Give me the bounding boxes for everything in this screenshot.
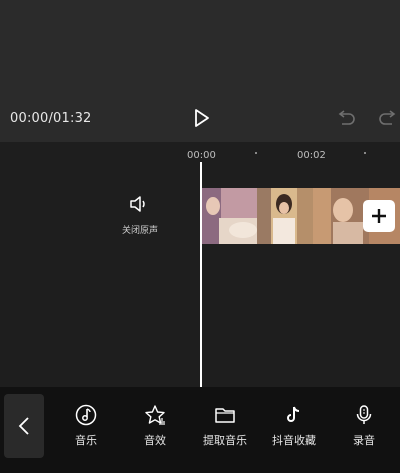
tool-label: 音效: [144, 434, 166, 447]
tiktok-icon: [287, 406, 300, 422]
time-display: 00:00/01:32: [10, 111, 92, 126]
tool-label: 提取音乐: [203, 434, 247, 447]
tool-label: 抖音收藏: [272, 434, 316, 447]
tick-label: 00:02: [297, 150, 326, 161]
tool-music-button[interactable]: 音乐: [51, 404, 121, 448]
mute-original-sound-button[interactable]: 关闭原声: [117, 195, 161, 236]
playhead[interactable]: [200, 162, 202, 387]
speaker-icon: [130, 196, 145, 212]
music-note-icon: [75, 404, 97, 426]
time-ruler: 00:00 00:02: [0, 144, 400, 164]
microphone-icon: [356, 405, 372, 424]
folder-icon: [215, 408, 235, 423]
redo-icon[interactable]: [378, 110, 398, 128]
clip-thumbnail: [313, 188, 369, 244]
tick-label: 00:00: [187, 150, 216, 161]
tick-dot: [255, 152, 257, 154]
tick-dot: [364, 152, 366, 154]
play-icon[interactable]: [190, 107, 212, 129]
star-sound-icon: [145, 405, 165, 425]
clip-thumbnail: [257, 188, 313, 244]
tool-record-button[interactable]: 录音: [329, 404, 399, 448]
tool-extract-music-button[interactable]: 提取音乐: [190, 404, 260, 448]
tool-sound-effects-button[interactable]: 音效: [120, 404, 190, 448]
plus-icon: [372, 209, 386, 223]
tool-douyin-favorites-button[interactable]: 抖音收藏: [259, 404, 329, 448]
chevron-left-icon: [18, 417, 29, 435]
back-button[interactable]: [4, 394, 44, 458]
clip-thumbnail: [201, 188, 257, 244]
add-clip-button[interactable]: [363, 200, 395, 232]
tool-label: 音乐: [75, 434, 97, 447]
undo-icon[interactable]: [336, 110, 356, 128]
mute-label: 关闭原声: [121, 226, 158, 236]
tool-label: 录音: [353, 434, 375, 447]
